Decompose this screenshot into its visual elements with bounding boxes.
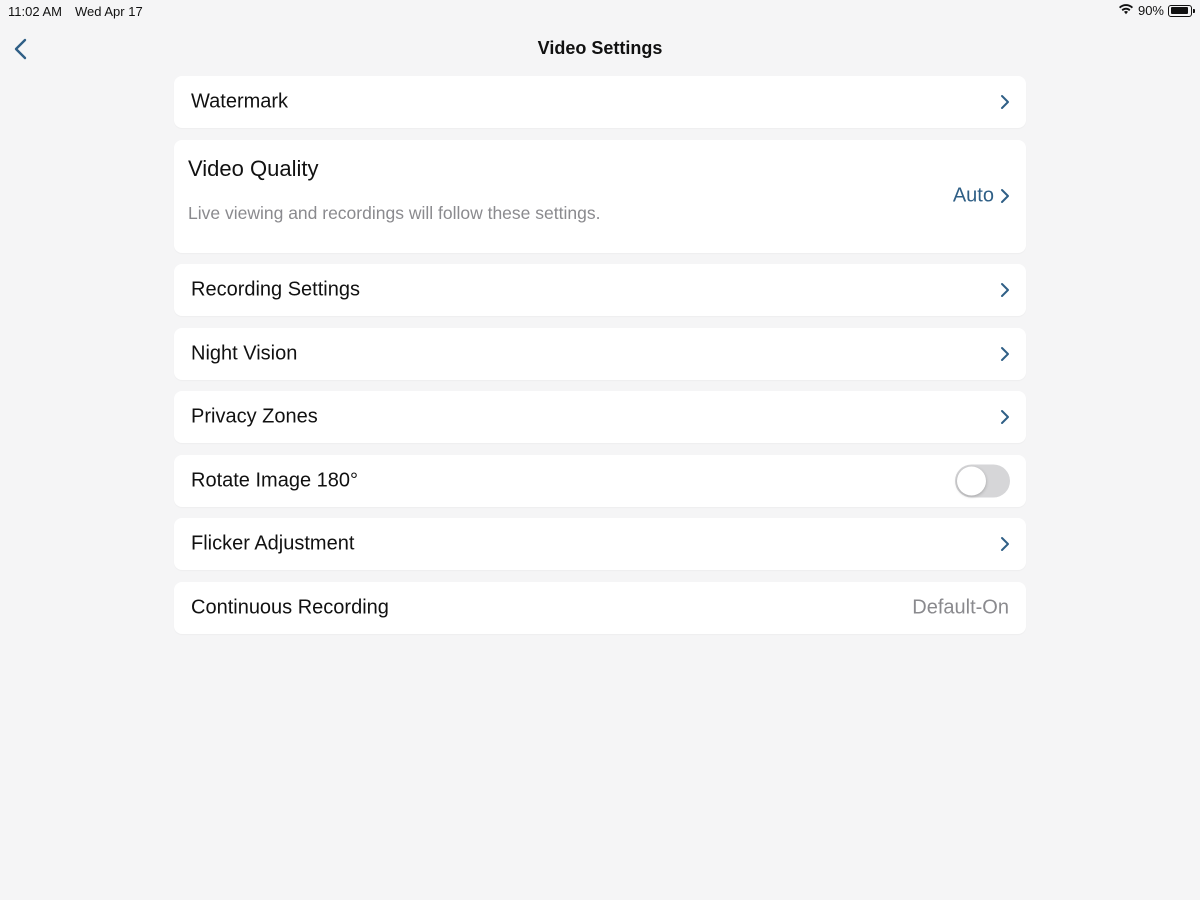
- row-label: Flicker Adjustment: [191, 532, 355, 555]
- battery-fill: [1170, 7, 1188, 14]
- battery-percent: 90%: [1137, 3, 1164, 18]
- row-label: Recording Settings: [191, 278, 360, 301]
- row-label: Night Vision: [191, 342, 298, 364]
- row-subtitle: Live viewing and recordings will follow …: [188, 202, 601, 223]
- page-title: Video Settings: [537, 38, 663, 58]
- rotate-image-toggle[interactable]: [955, 464, 1010, 497]
- chevron-right-icon: [1001, 410, 1009, 424]
- row-recording-settings[interactable]: Recording Settings: [174, 264, 1026, 316]
- row-continuous-recording[interactable]: Continuous Recording Default-On: [174, 581, 1026, 634]
- chevron-right-icon: [1001, 346, 1009, 361]
- row-value: Auto: [952, 184, 994, 206]
- row-privacy-zones[interactable]: Privacy Zones: [174, 391, 1026, 443]
- status-time: 11:02 AM: [8, 4, 62, 19]
- row-night-vision[interactable]: Night Vision: [174, 327, 1026, 380]
- chevron-right-icon: [1001, 537, 1009, 551]
- row-video-quality[interactable]: Video Quality Live viewing and recording…: [174, 139, 1026, 253]
- row-flicker-adjustment[interactable]: Flicker Adjustment: [174, 518, 1026, 570]
- toggle-knob: [957, 466, 986, 495]
- status-bar: 11:02 AM Wed Apr 17 90%: [0, 0, 1200, 22]
- row-label: Video Quality: [188, 155, 319, 181]
- row-label: Continuous Recording: [191, 596, 389, 618]
- row-label: Privacy Zones: [191, 405, 318, 428]
- chevron-right-icon: [1001, 188, 1009, 203]
- chevron-right-icon: [1001, 95, 1009, 109]
- settings-list: Watermark Video Quality Live viewing and…: [174, 76, 1026, 645]
- status-indicators: 90%: [1118, 3, 1195, 18]
- battery-icon: [1168, 4, 1195, 17]
- row-value: Default-On: [912, 596, 1009, 618]
- wifi-icon: [1118, 3, 1134, 18]
- chevron-right-icon: [1001, 283, 1009, 297]
- row-label: Rotate Image 180°: [191, 469, 358, 491]
- status-date: Wed Apr 17: [75, 4, 143, 19]
- row-label: Watermark: [191, 90, 289, 113]
- row-rotate-image: Rotate Image 180°: [174, 454, 1026, 507]
- row-watermark[interactable]: Watermark: [174, 76, 1026, 128]
